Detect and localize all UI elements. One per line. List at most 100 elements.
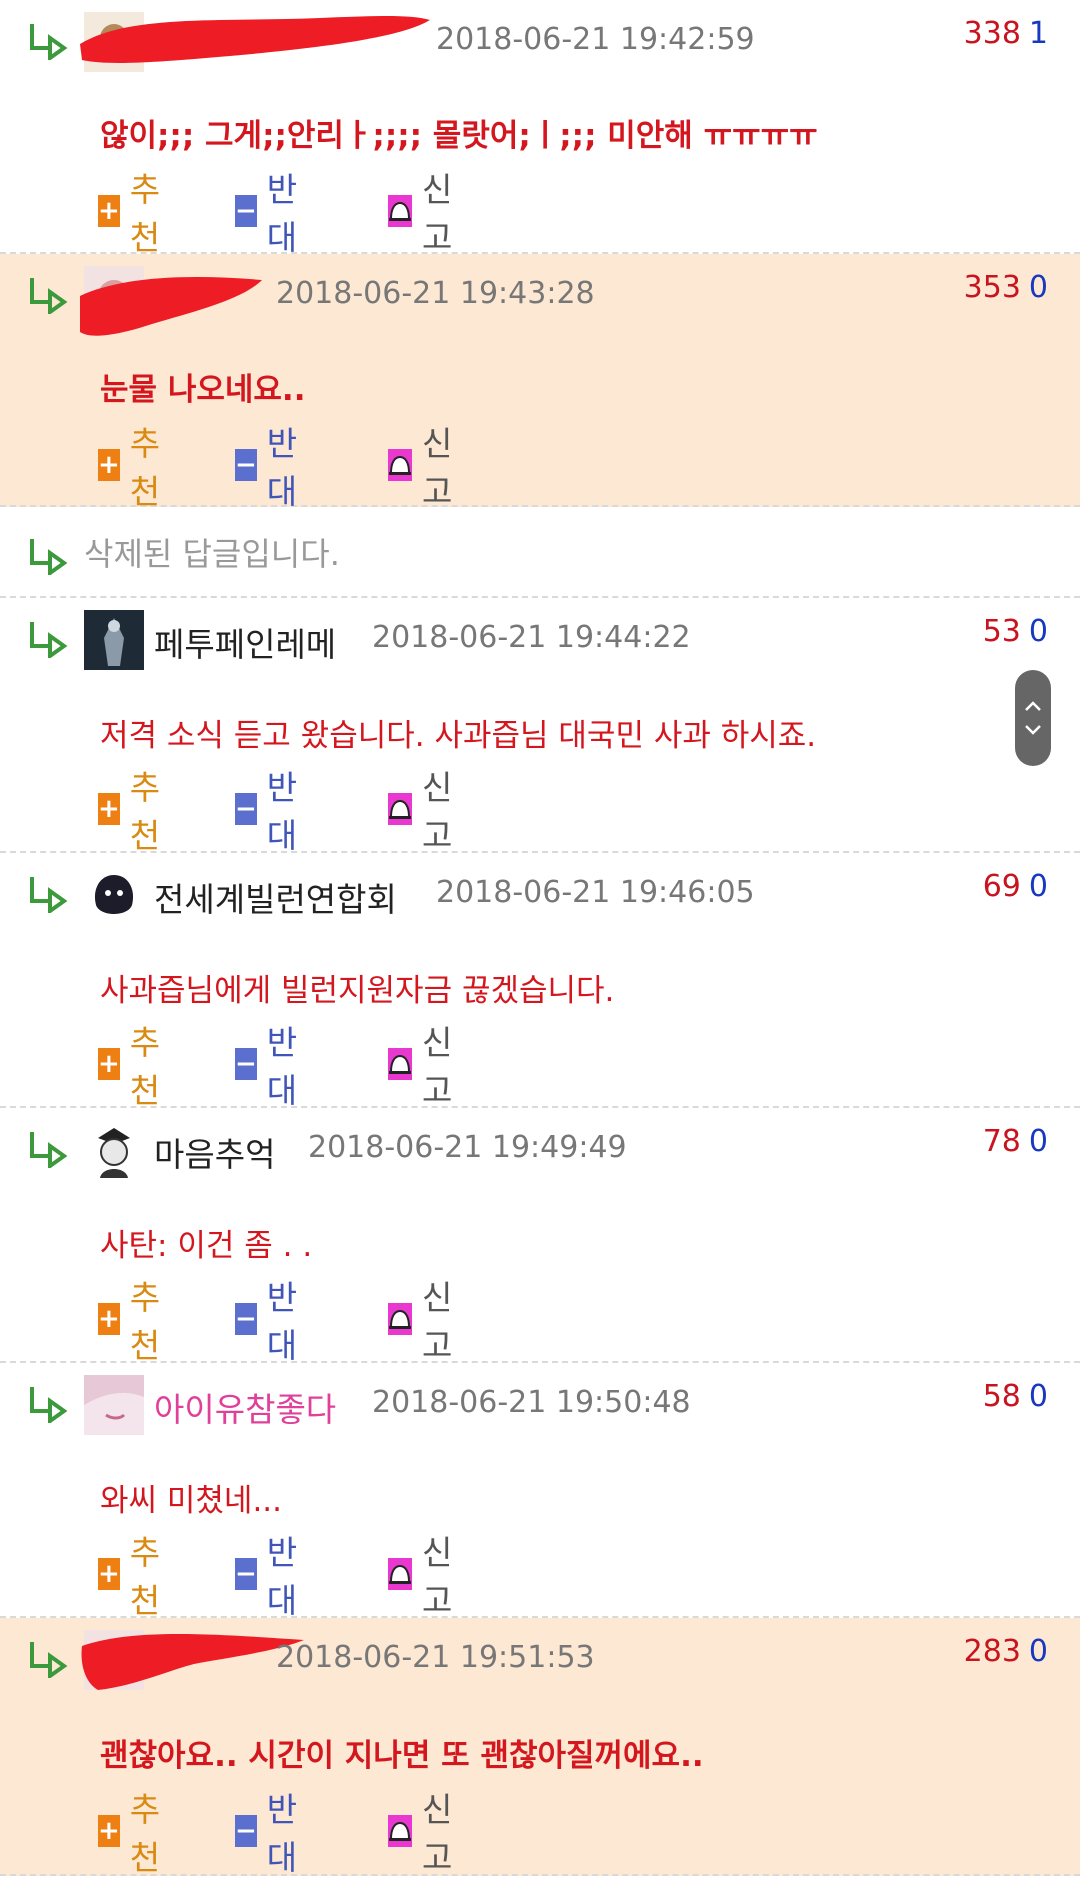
bell-icon	[388, 1815, 412, 1847]
plus-icon: +	[98, 1815, 120, 1847]
report-label: 신고	[422, 768, 453, 855]
recommend-label: 추천	[129, 1278, 161, 1365]
bell-icon	[388, 195, 412, 227]
minus-icon: −	[235, 1815, 257, 1847]
oppose-label: 반대	[266, 170, 298, 257]
comment-text: 사과즙님에게 빌런지원자금 끊겠습니다.	[100, 973, 615, 1009]
oppose-button[interactable]: − 반대	[235, 424, 307, 511]
deleted-comment: 삭제된 답글입니다.	[0, 507, 1080, 598]
report-label: 신고	[422, 424, 453, 511]
comment-text: 사탄: 이건 좀 . .	[100, 1228, 313, 1264]
minus-icon: −	[235, 449, 257, 481]
minus-icon: −	[235, 793, 257, 825]
recommend-button[interactable]: + 추천	[98, 424, 170, 511]
report-button[interactable]: 신고	[388, 1790, 460, 1877]
report-button[interactable]: 신고	[388, 1023, 460, 1110]
report-button[interactable]: 신고	[388, 1533, 460, 1620]
report-label: 신고	[422, 1790, 453, 1877]
plus-icon: +	[98, 1048, 120, 1080]
report-button[interactable]: 신고	[388, 424, 460, 511]
oppose-button[interactable]: − 반대	[235, 170, 307, 257]
oppose-label: 반대	[266, 1023, 298, 1110]
oppose-button[interactable]: − 반대	[235, 1278, 307, 1365]
nickname[interactable]: 아이유참좋다	[154, 1383, 336, 1431]
bell-icon	[388, 1558, 412, 1590]
vote-counts: 353 0	[964, 270, 1048, 305]
comment-item: 전세계빌런연합회 2018-06-21 19:46:05 69 0 사과즙님에게 …	[0, 853, 1080, 1110]
recommend-button[interactable]: + 추천	[98, 768, 170, 855]
oppose-button[interactable]: − 반대	[235, 1533, 307, 1620]
oppose-label: 반대	[266, 1533, 298, 1620]
comment-text: 않이;;; 그게;;안리ㅏ;;;; 몰랏어;ㅣ;;; 미안해 ㅠㅠㅠㅠ	[100, 118, 818, 154]
redaction-mark	[80, 16, 430, 63]
comment-time: 2018-06-21 19:50:48	[372, 1385, 691, 1420]
oppose-button[interactable]: − 반대	[235, 768, 307, 855]
chevron-up-icon[interactable]	[1024, 700, 1042, 712]
upvote-count: 53	[982, 614, 1021, 649]
recommend-button[interactable]: + 추천	[98, 1023, 170, 1110]
report-label: 신고	[422, 170, 453, 257]
bell-icon	[388, 793, 412, 825]
vote-counts: 338 1	[964, 16, 1048, 51]
reply-arrow-icon	[30, 877, 68, 913]
bell-icon	[388, 1303, 412, 1335]
comment-item: 2018-06-21 19:51:53 283 0 괜찮아요.. 시간이 지나면 …	[0, 1618, 1080, 1877]
downvote-count: 0	[1028, 270, 1048, 305]
report-label: 신고	[422, 1533, 453, 1620]
plus-icon: +	[98, 1303, 120, 1335]
comment-time: 2018-06-21 19:51:53	[276, 1640, 595, 1675]
oppose-label: 반대	[266, 1278, 298, 1365]
report-button[interactable]: 신고	[388, 170, 460, 257]
comment-time: 2018-06-21 19:44:22	[372, 620, 691, 655]
oppose-label: 반대	[266, 768, 298, 855]
reply-arrow-icon	[30, 24, 68, 60]
downvote-count: 0	[1028, 1634, 1048, 1669]
avatar[interactable]	[84, 865, 144, 925]
scroll-control[interactable]	[1015, 670, 1051, 766]
recommend-button[interactable]: + 추천	[98, 1790, 170, 1877]
comment-item: 마음추억 2018-06-21 19:49:49 78 0 사탄: 이건 좀 . …	[0, 1108, 1080, 1365]
redaction-mark	[80, 277, 262, 336]
oppose-label: 반대	[266, 1790, 298, 1877]
avatar[interactable]	[84, 610, 144, 670]
plus-icon: +	[98, 793, 120, 825]
avatar[interactable]	[84, 1120, 144, 1180]
recommend-button[interactable]: + 추천	[98, 1278, 170, 1365]
report-button[interactable]: 신고	[388, 768, 460, 855]
upvote-count: 78	[982, 1124, 1021, 1159]
minus-icon: −	[235, 1048, 257, 1080]
minus-icon: −	[235, 195, 257, 227]
reply-arrow-icon	[30, 1387, 68, 1423]
reply-arrow-icon	[30, 539, 68, 575]
recommend-button[interactable]: + 추천	[98, 1533, 170, 1620]
nickname[interactable]: 마음추억	[154, 1128, 275, 1176]
avatar[interactable]	[84, 1375, 144, 1435]
upvote-count: 338	[963, 16, 1021, 51]
vote-counts: 78 0	[983, 1124, 1048, 1159]
comment-time: 2018-06-21 19:43:28	[276, 276, 595, 311]
bell-icon	[388, 1048, 412, 1080]
recommend-button[interactable]: + 추천	[98, 170, 170, 257]
reply-arrow-icon	[30, 1132, 68, 1168]
nickname[interactable]: 전세계빌런연합회	[154, 873, 397, 921]
comment-text: 와씨 미쳤네...	[100, 1483, 283, 1519]
downvote-count: 1	[1028, 16, 1048, 51]
minus-icon: −	[235, 1303, 257, 1335]
nickname[interactable]: 페투페인레메	[154, 618, 336, 666]
oppose-button[interactable]: − 반대	[235, 1023, 307, 1110]
plus-icon: +	[98, 449, 120, 481]
comment-text: 괜찮아요.. 시간이 지나면 또 괜찮아질꺼에요..	[100, 1738, 704, 1774]
bell-icon	[388, 449, 412, 481]
upvote-count: 69	[982, 869, 1021, 904]
oppose-button[interactable]: − 반대	[235, 1790, 307, 1877]
deleted-text: 삭제된 답글입니다.	[84, 535, 340, 573]
recommend-label: 추천	[129, 170, 161, 257]
reply-arrow-icon	[30, 622, 68, 658]
downvote-count: 0	[1028, 1124, 1048, 1159]
chevron-down-icon[interactable]	[1024, 724, 1042, 736]
comment-time: 2018-06-21 19:42:59	[436, 22, 755, 57]
report-button[interactable]: 신고	[388, 1278, 460, 1365]
recommend-label: 추천	[129, 1023, 161, 1110]
reply-arrow-icon	[30, 278, 68, 314]
comment-item: 페투페인레메 2018-06-21 19:44:22 53 0 저격 소식 듣고 …	[0, 598, 1080, 855]
